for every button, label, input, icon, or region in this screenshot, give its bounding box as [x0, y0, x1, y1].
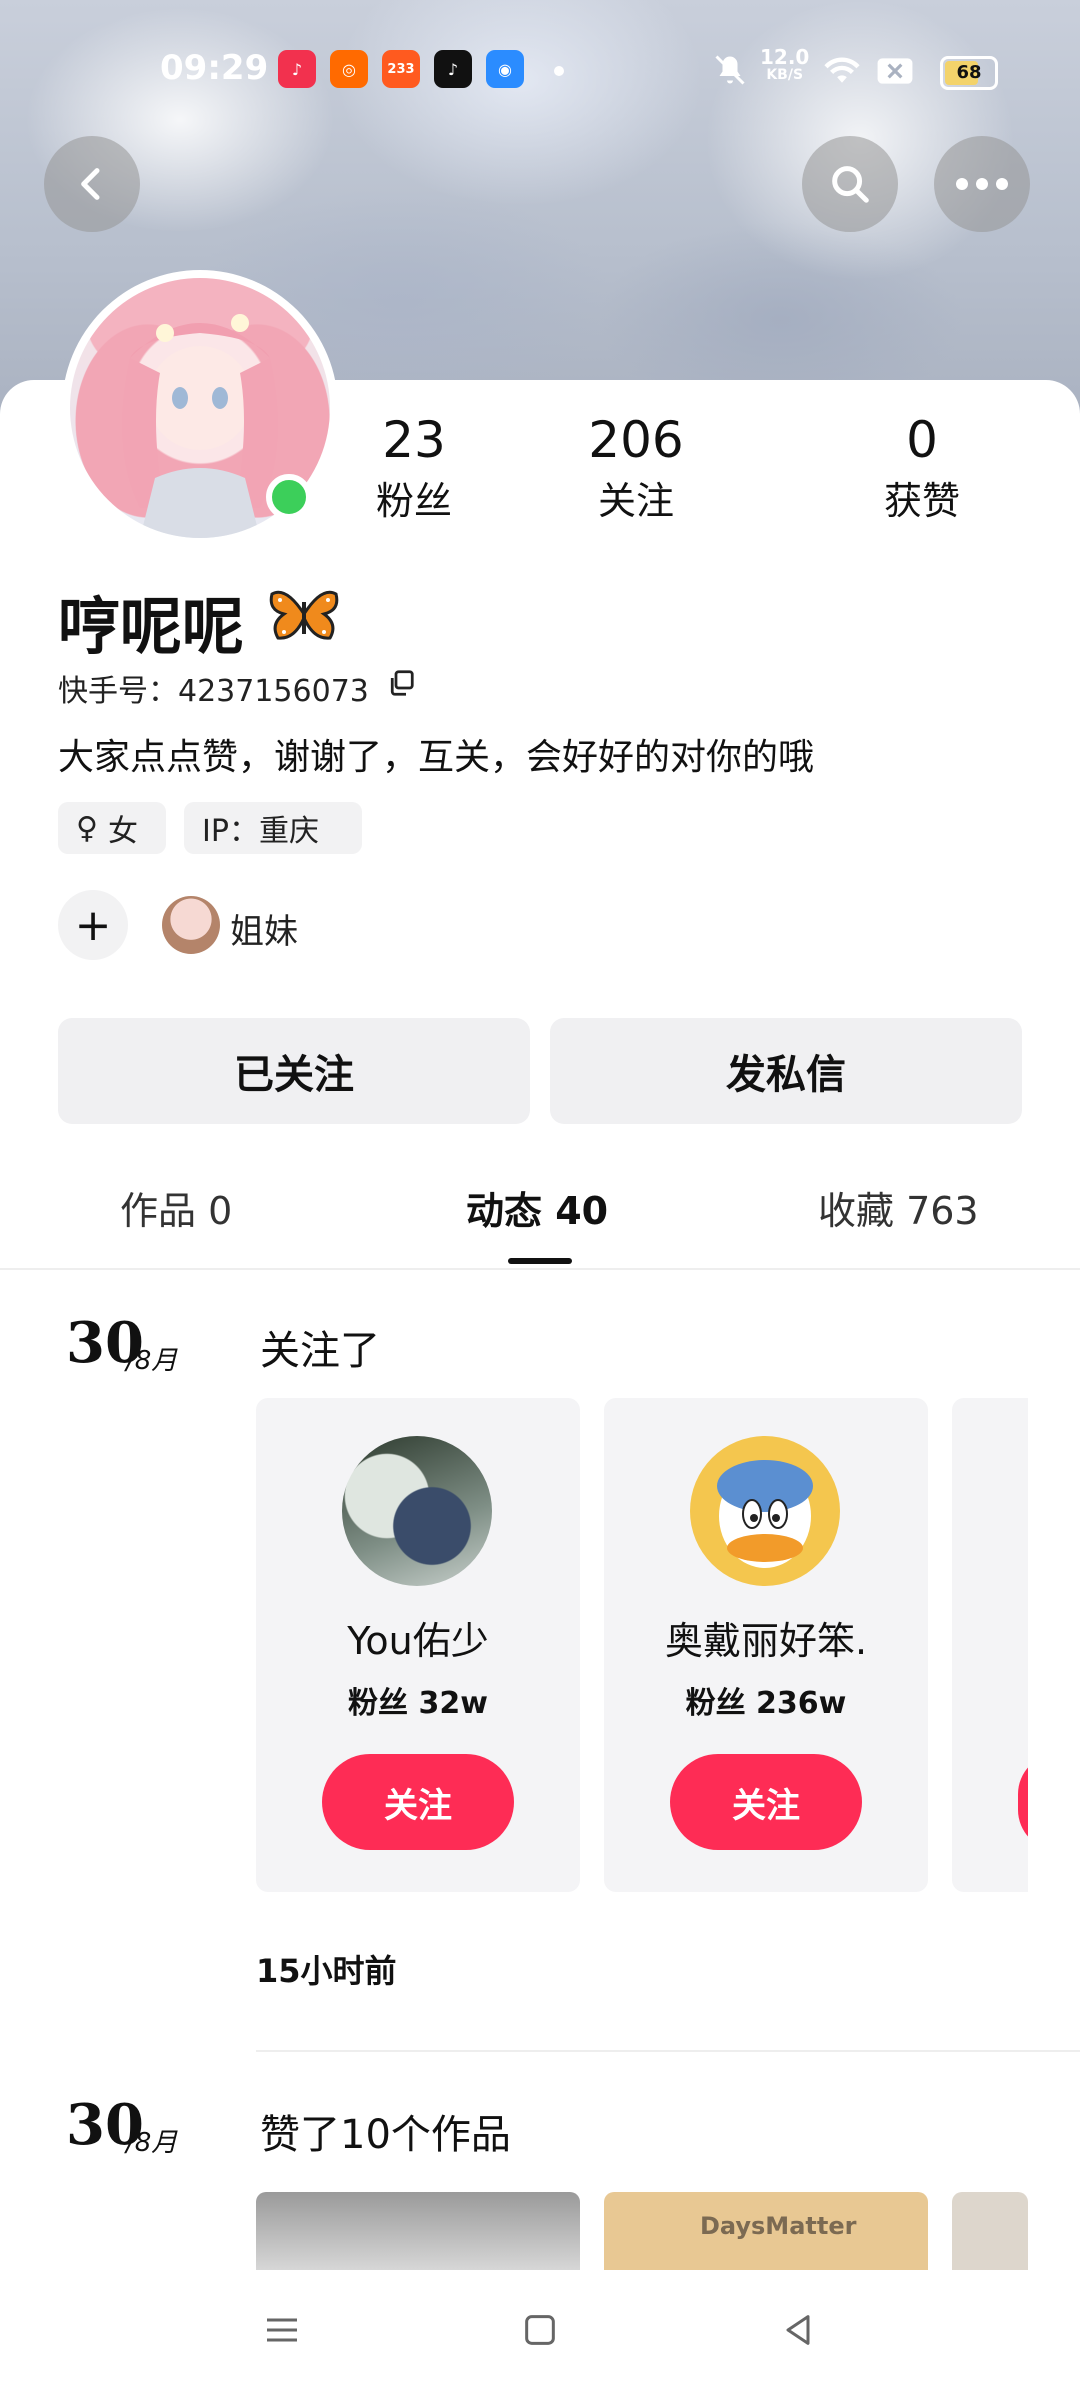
followed-user-fans: 粉丝 32w — [348, 1686, 488, 1721]
stat-likes-value: 0 — [906, 411, 938, 469]
music-app-icon: ♪ — [278, 50, 316, 88]
liked-work-thumbnail[interactable]: DaysMatter — [604, 2192, 928, 2272]
mute-icon — [715, 55, 745, 85]
follow-button-partial[interactable] — [1018, 1754, 1028, 1850]
gender-tag: ♀ 女 — [58, 802, 166, 854]
feed-time-ago: 15小时前 — [256, 1952, 397, 1990]
system-nav-bar — [0, 2270, 1080, 2400]
network-unit: KB/S — [766, 67, 804, 83]
search-button[interactable] — [802, 136, 898, 232]
liked-work-thumbnail-partial[interactable] — [952, 2192, 1028, 2272]
thumbnail-text: DaysMatter — [700, 2212, 857, 2240]
feed-activity-title: 关注了 — [260, 1328, 380, 1374]
gender-tag-text: 女 — [107, 814, 138, 849]
follow-button[interactable]: 关注 — [322, 1754, 514, 1850]
sim-off-icon — [877, 58, 913, 84]
feed-divider — [256, 2050, 1080, 2052]
stat-likes[interactable]: 0 获赞 — [842, 410, 1002, 526]
wifi-icon — [824, 57, 860, 83]
battery-icon: 68 — [940, 56, 998, 90]
female-icon: ♀ — [76, 810, 98, 846]
profile-uid: 快手号：4237156073 — [58, 674, 369, 709]
more-button[interactable] — [934, 136, 1030, 232]
menu-icon[interactable] — [262, 2310, 302, 2350]
followed-user-fans: 粉丝 236w — [685, 1686, 847, 1721]
liked-work-thumbnail[interactable] — [256, 2192, 580, 2272]
back-button[interactable] — [44, 136, 140, 232]
followed-user-name: You佑少 — [347, 1619, 489, 1663]
stat-fans-value: 23 — [382, 411, 446, 469]
relation-label[interactable]: 姐妹 — [230, 904, 298, 953]
copy-icon[interactable] — [386, 668, 416, 698]
stat-fans-label: 粉丝 — [375, 479, 452, 523]
follow-button[interactable]: 关注 — [670, 1754, 862, 1850]
status-time: 09:29 — [160, 48, 269, 88]
followed-user-card[interactable]: 奥戴丽好笨. 粉丝 236w 关注 — [604, 1398, 928, 1892]
search-icon — [832, 166, 869, 203]
stat-likes-label: 获赞 — [883, 479, 960, 523]
feed-date-month: /8月 — [126, 2128, 178, 2158]
notification-dot-icon — [554, 66, 564, 76]
back-nav-icon[interactable] — [778, 2310, 818, 2350]
followed-button[interactable]: 已关注 — [58, 1018, 530, 1124]
ip-tag-text: IP：重庆 — [202, 814, 319, 849]
feed-date-month: /8月 — [126, 1346, 178, 1376]
browser-app-icon: ◉ — [486, 50, 524, 88]
stat-following-value: 206 — [588, 411, 684, 469]
followed-user-avatar — [342, 1436, 492, 1586]
tab-moments[interactable]: 动态 40 — [466, 1180, 608, 1235]
tiktok-app-icon: ♪ — [434, 50, 472, 88]
stat-following[interactable]: 206 关注 — [556, 410, 716, 526]
butterfly-icon — [269, 590, 339, 640]
followed-user-name: 奥戴丽好笨. — [664, 1619, 868, 1663]
send-message-button[interactable]: 发私信 — [550, 1018, 1022, 1124]
followed-user-card-partial[interactable] — [952, 1398, 1028, 1892]
kuaishou-app-icon: ◎ — [330, 50, 368, 88]
233-app-icon: 233 — [382, 50, 420, 88]
tab-works[interactable]: 作品 0 — [120, 1180, 232, 1235]
tab-favorites[interactable]: 收藏 763 — [818, 1180, 979, 1235]
followed-user-avatar — [690, 1436, 840, 1586]
add-relation-button[interactable]: + — [58, 890, 128, 960]
back-icon — [81, 168, 100, 200]
stat-fans[interactable]: 23 粉丝 — [334, 410, 494, 526]
more-icon — [956, 178, 1008, 190]
network-speed: 12.0 — [760, 45, 810, 69]
plus-icon: + — [74, 899, 112, 951]
tab-active-indicator — [508, 1258, 572, 1264]
profile-bio: 大家点点赞，谢谢了，互关，会好好的对你的哦 — [58, 737, 815, 778]
stat-following-label: 关注 — [597, 479, 674, 523]
status-bar: 09:29 ♪ ◎ 233 ♪ ◉ 12.0 KB/S 68 — [0, 0, 1080, 140]
tab-divider — [0, 1268, 1080, 1270]
online-status-dot — [266, 474, 312, 520]
feed-activity-title: 赞了10个作品 — [260, 2112, 511, 2158]
ip-tag: IP：重庆 — [184, 802, 362, 854]
profile-username: 哼呢呢 — [58, 590, 245, 663]
relation-avatar[interactable] — [162, 896, 220, 954]
followed-user-card[interactable]: You佑少 粉丝 32w 关注 — [256, 1398, 580, 1892]
home-icon[interactable] — [520, 2310, 560, 2350]
battery-level: 68 — [956, 62, 982, 83]
